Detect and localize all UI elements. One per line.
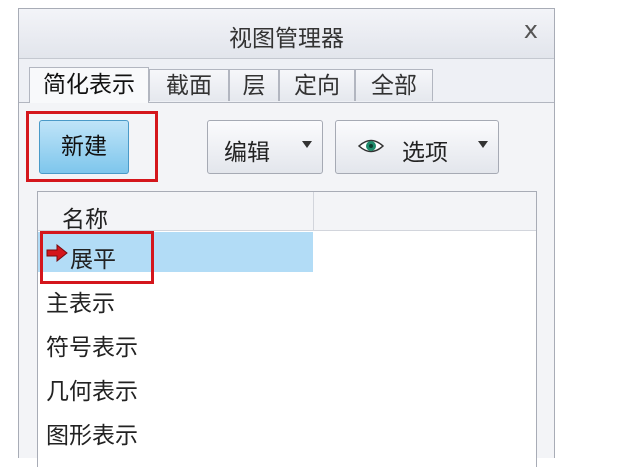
list-header: 名称 bbox=[38, 192, 536, 234]
new-button[interactable]: 新建 bbox=[39, 120, 129, 174]
edit-dropdown-button[interactable]: 编辑 bbox=[207, 120, 323, 174]
column-header-name[interactable]: 名称 bbox=[62, 200, 108, 234]
red-arrow-icon bbox=[46, 244, 68, 262]
representation-list: 名称 展平 主表示 符号表示 几何表示 图形表示 bbox=[37, 191, 537, 467]
close-icon[interactable]: x bbox=[524, 18, 538, 42]
list-item[interactable]: 展平 bbox=[38, 232, 313, 273]
list-item-label: 符号表示 bbox=[46, 335, 138, 361]
list-item[interactable]: 几何表示 bbox=[38, 364, 313, 405]
title-bar[interactable]: 视图管理器 x bbox=[19, 9, 554, 59]
tab-all[interactable]: 全部 bbox=[355, 69, 433, 101]
eye-icon bbox=[358, 139, 384, 153]
tab-section[interactable]: 截面 bbox=[149, 69, 229, 101]
tab-simplified-rep[interactable]: 简化表示 bbox=[29, 67, 149, 103]
list-item-label: 图形表示 bbox=[46, 423, 138, 449]
list-item[interactable]: 符号表示 bbox=[38, 320, 313, 361]
tab-layers[interactable]: 层 bbox=[229, 69, 279, 101]
list-item[interactable]: 图形表示 bbox=[38, 408, 313, 449]
options-label: 选项 bbox=[402, 140, 448, 166]
dialog-title: 视图管理器 bbox=[229, 26, 344, 52]
column-separator[interactable] bbox=[313, 192, 314, 230]
list-item-label: 几何表示 bbox=[46, 379, 138, 405]
chevron-down-icon bbox=[302, 141, 312, 148]
chevron-down-icon bbox=[478, 141, 488, 148]
view-manager-dialog: 视图管理器 x 简化表示 截面 层 定向 全部 新建 编辑 选项 名称 展平 主… bbox=[18, 8, 555, 467]
tab-orient[interactable]: 定向 bbox=[279, 69, 355, 101]
edit-label: 编辑 bbox=[224, 140, 270, 166]
options-dropdown-button[interactable]: 选项 bbox=[335, 120, 499, 174]
list-item-label: 主表示 bbox=[46, 291, 115, 317]
list-item[interactable]: 主表示 bbox=[38, 276, 313, 317]
list-item-label: 展平 bbox=[70, 247, 116, 273]
